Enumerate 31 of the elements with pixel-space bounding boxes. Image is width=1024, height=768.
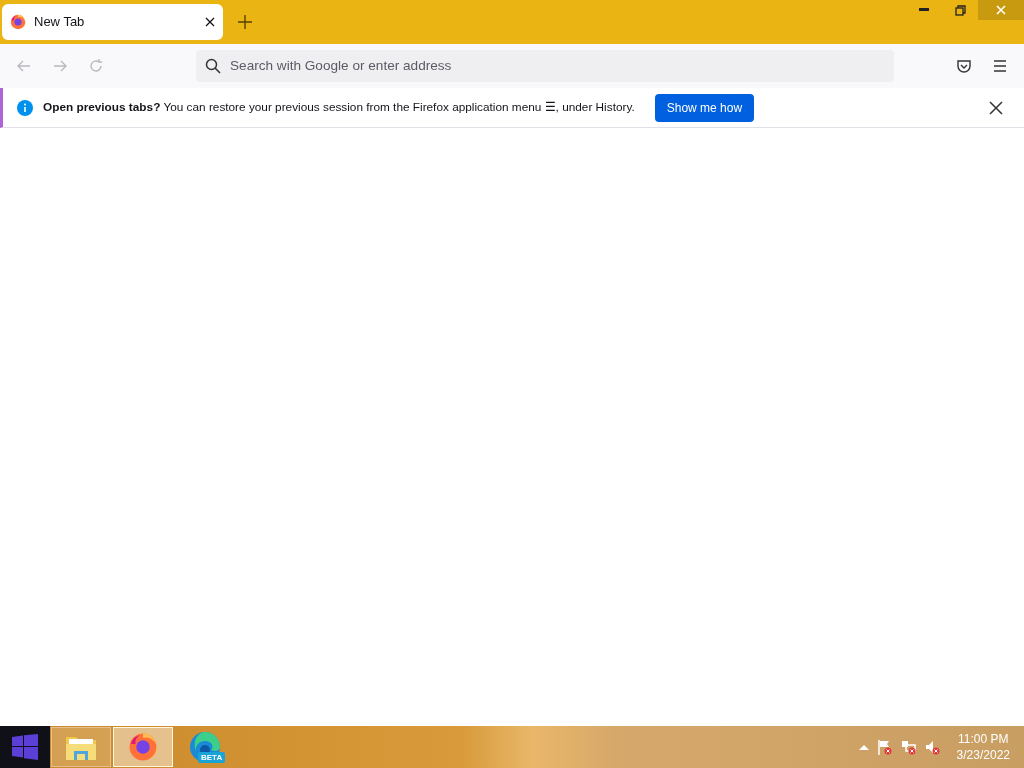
close-tab-button[interactable]: [205, 17, 215, 27]
close-icon: [205, 17, 215, 27]
flag-icon[interactable]: [876, 739, 893, 755]
address-field[interactable]: Search with Google or enter address: [196, 50, 894, 82]
firefox-icon: [10, 14, 26, 30]
close-icon: [989, 100, 1003, 115]
plus-icon: [238, 15, 252, 29]
speaker-icon[interactable]: [924, 739, 941, 755]
clock-date: 3/23/2022: [956, 747, 1010, 763]
pocket-icon: [956, 58, 972, 74]
show-me-how-button[interactable]: Show me how: [654, 93, 755, 122]
show-hidden-icons-button[interactable]: [858, 744, 869, 750]
windows-logo-icon: [12, 734, 38, 760]
beta-label: BETA: [198, 752, 226, 763]
browser-tab[interactable]: New Tab: [2, 4, 223, 40]
network-icon[interactable]: [900, 739, 917, 755]
back-arrow-icon: [16, 58, 32, 74]
tab-title: New Tab: [34, 13, 86, 32]
taskbar-button[interactable]: [113, 727, 173, 767]
clock-time: 11:00 PM: [957, 731, 1010, 747]
info-icon: [17, 99, 33, 116]
start-button[interactable]: [0, 726, 50, 768]
reload-icon: [88, 58, 104, 74]
restore-icon: [954, 4, 966, 16]
forward-arrow-icon: [52, 58, 68, 74]
notification-message: Open previous tabs? You can restore your previous session from the Firefox application menu ☰, under History.: [43, 98, 635, 116]
minimize-icon: [919, 8, 929, 12]
firefox-icon: [128, 732, 158, 762]
taskbar-button[interactable]: BETA: [175, 727, 235, 767]
menu-icon: [992, 58, 1008, 74]
close-icon: [996, 5, 1006, 15]
